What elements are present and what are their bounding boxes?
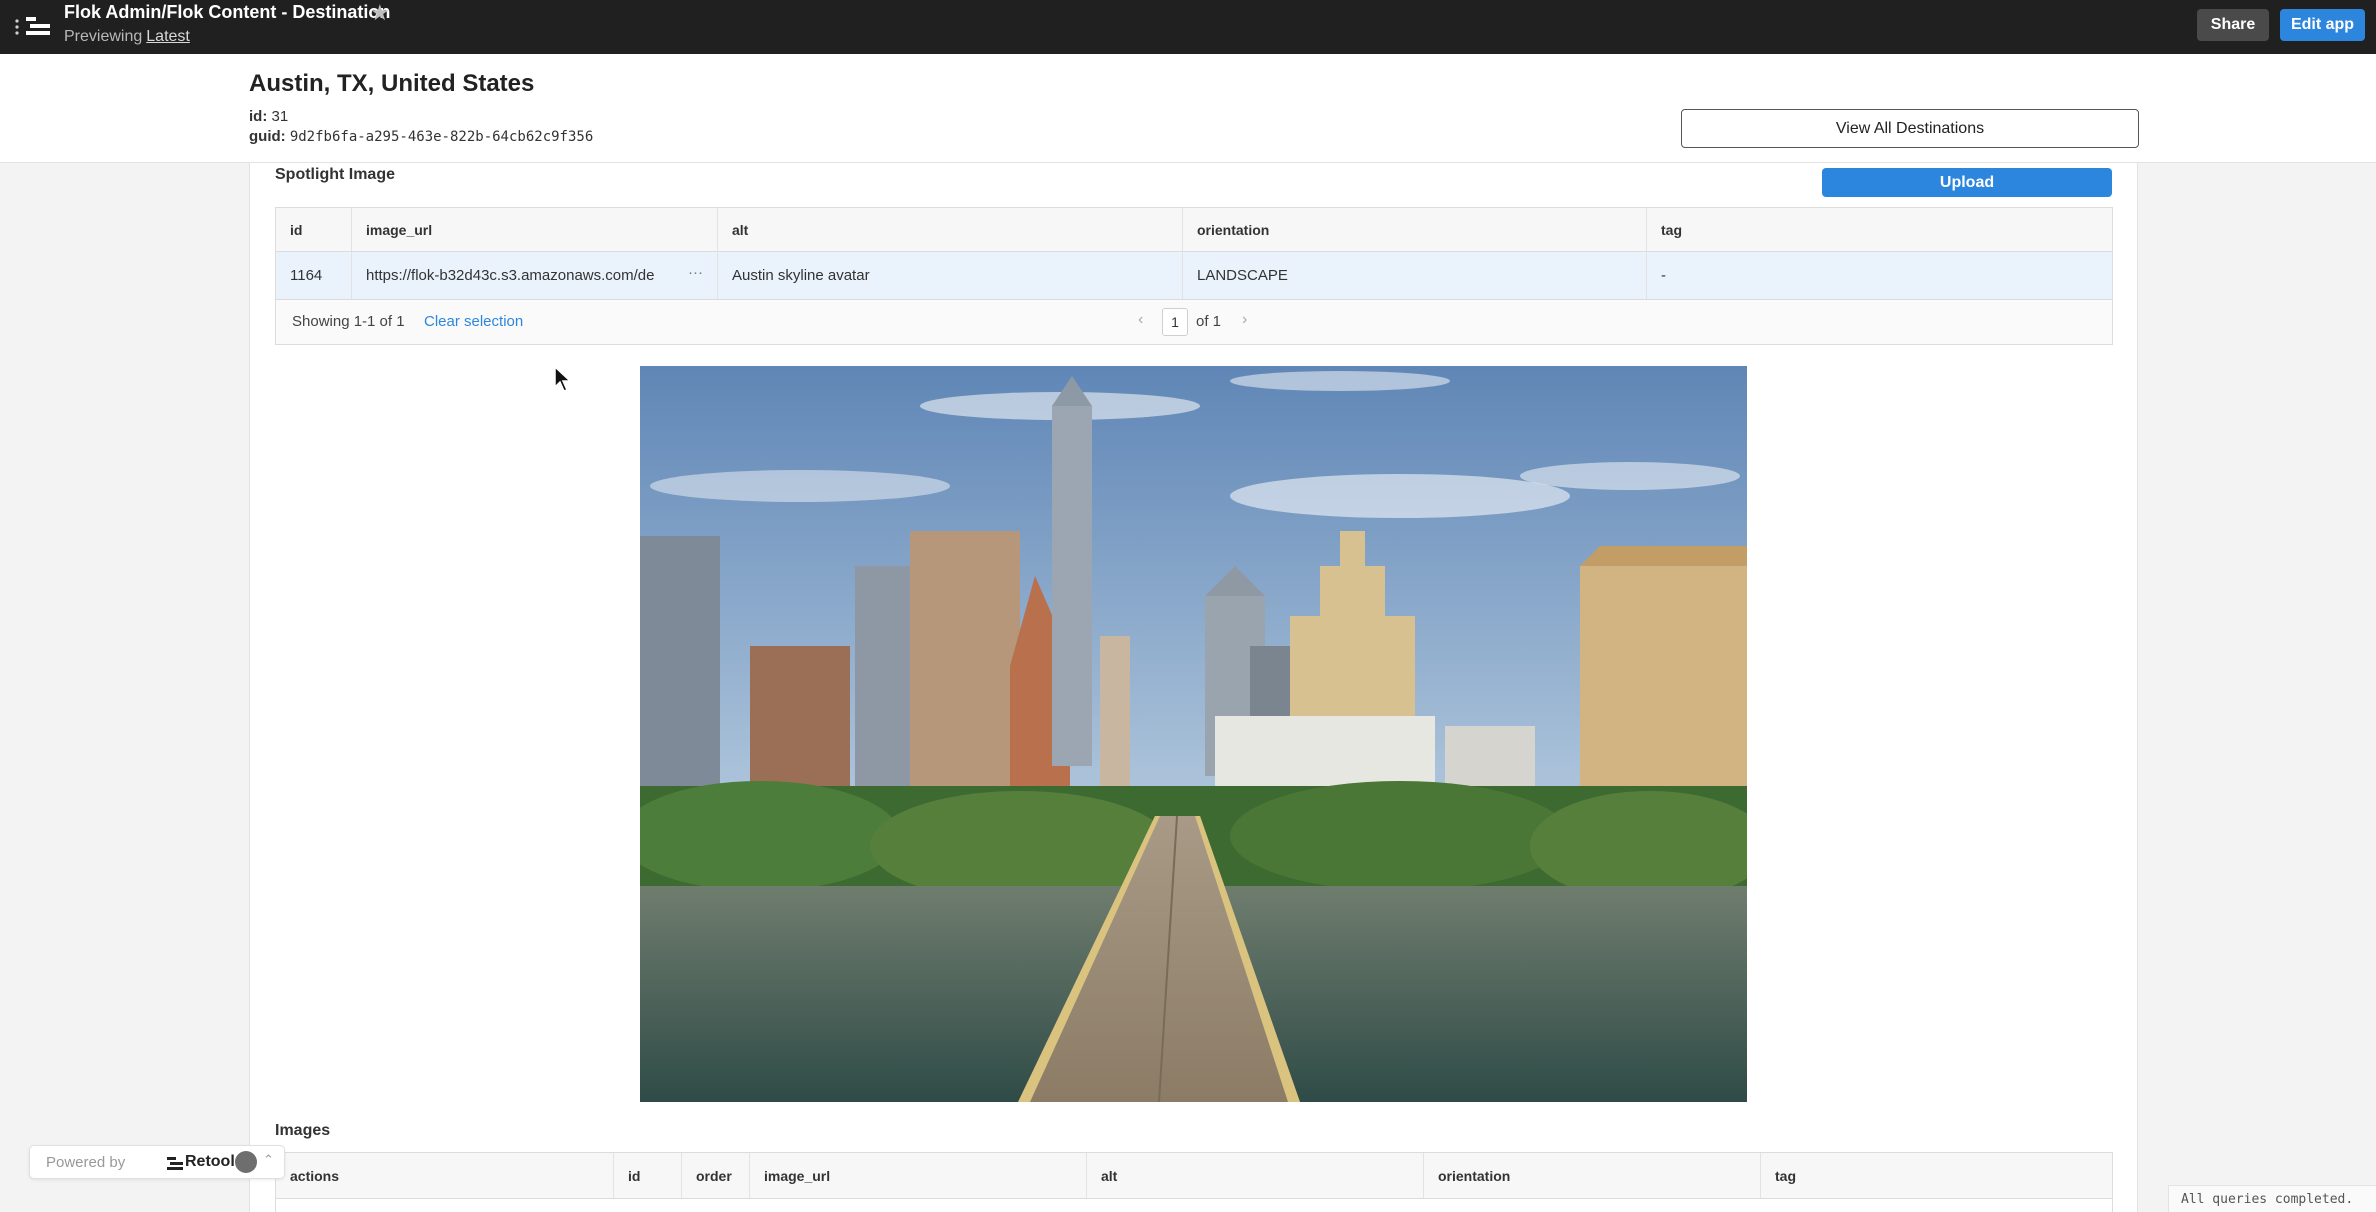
guid-value: 9d2fb6fa-a295-463e-822b-64cb62c9f356 [289, 129, 594, 145]
destination-header: Austin, TX, United States id: 31 guid: 9… [0, 54, 2376, 163]
column-header-tag[interactable]: tag [1761, 1153, 2112, 1198]
powered-by-retool-badge[interactable]: Powered by Retool ⌃ [29, 1145, 285, 1179]
spotlight-image [640, 366, 1747, 1102]
images-table: actions id order image_url alt orientati… [275, 1152, 2113, 1212]
clear-selection-link[interactable]: Clear selection [424, 313, 523, 330]
upload-button[interactable]: Upload [1822, 168, 2112, 197]
column-header-alt[interactable]: alt [1087, 1153, 1424, 1198]
chevron-right-icon[interactable]: › [1242, 311, 1247, 329]
table-header-row: id image_url alt orientation tag [276, 208, 2112, 252]
more-icon[interactable]: ··· [688, 264, 703, 281]
images-section-title: Images [275, 1122, 331, 1139]
retool-logo-icon [167, 1157, 183, 1170]
previewing-label: Previewing [64, 28, 143, 45]
spotlight-section-title: Spotlight Image [275, 166, 395, 183]
cell-tag: - [1661, 267, 1666, 284]
row-count: Showing 1-1 of 1 [292, 313, 405, 330]
cell-alt: Austin skyline avatar [718, 252, 1183, 299]
preview-status: Previewing Latest [64, 28, 190, 46]
star-icon[interactable]: ★ [370, 0, 390, 26]
id-value: 31 [271, 108, 289, 125]
chevron-left-icon[interactable]: ‹ [1138, 311, 1143, 329]
column-header-orientation[interactable]: orientation [1183, 208, 1647, 251]
powered-by-label: Powered by [46, 1154, 126, 1171]
cell-id: 1164 [276, 252, 352, 299]
app-topbar: Flok Admin/Flok Content - Destination ★ … [0, 0, 2376, 54]
column-header-image-url[interactable]: image_url [352, 208, 718, 251]
column-header-orientation[interactable]: orientation [1424, 1153, 1761, 1198]
app-title: Flok Admin/Flok Content - Destination [64, 2, 391, 22]
page-total: of 1 [1196, 313, 1222, 330]
column-header-tag[interactable]: tag [1647, 208, 2112, 251]
column-header-id[interactable]: id [614, 1153, 682, 1198]
menu-icon[interactable] [14, 14, 54, 40]
cell-orientation: LANDSCAPE [1183, 252, 1647, 299]
share-button[interactable]: Share [2197, 9, 2269, 41]
table-header-row: actions id order image_url alt orientati… [276, 1153, 2112, 1199]
column-header-alt[interactable]: alt [718, 208, 1183, 251]
cursor-icon [554, 365, 572, 392]
chevron-up-icon[interactable]: ⌃ [263, 1152, 274, 1168]
version-link[interactable]: Latest [146, 28, 190, 45]
cell-image-url: https://flok-b32d43c.s3.amazonaws.com/de [352, 252, 718, 299]
page-number-input[interactable]: 1 [1162, 308, 1188, 336]
retool-brand-name: Retool [185, 1153, 235, 1170]
table-footer: Showing 1-1 of 1 Clear selection ‹ 1 of … [276, 300, 2112, 344]
page-title: Austin, TX, United States [249, 70, 535, 97]
column-header-image-url[interactable]: image_url [750, 1153, 1087, 1198]
avatar[interactable] [235, 1151, 257, 1173]
edit-app-button[interactable]: Edit app [2280, 9, 2365, 41]
view-all-destinations-button[interactable]: View All Destinations [1681, 109, 2139, 148]
id-label: id: [249, 108, 268, 125]
column-header-actions[interactable]: actions [276, 1153, 614, 1198]
column-header-id[interactable]: id [276, 208, 352, 251]
query-status: All queries completed. [2168, 1185, 2376, 1212]
spotlight-table: id image_url alt orientation tag 1164 ht… [275, 207, 2113, 345]
guid-label: guid: [249, 128, 286, 145]
table-row[interactable]: 1164 https://flok-b32d43c.s3.amazonaws.c… [276, 252, 2112, 300]
destination-guid: guid: 9d2fb6fa-a295-463e-822b-64cb62c9f3… [249, 128, 593, 145]
destination-id: id: 31 [249, 108, 288, 125]
column-header-order[interactable]: order [682, 1153, 750, 1198]
